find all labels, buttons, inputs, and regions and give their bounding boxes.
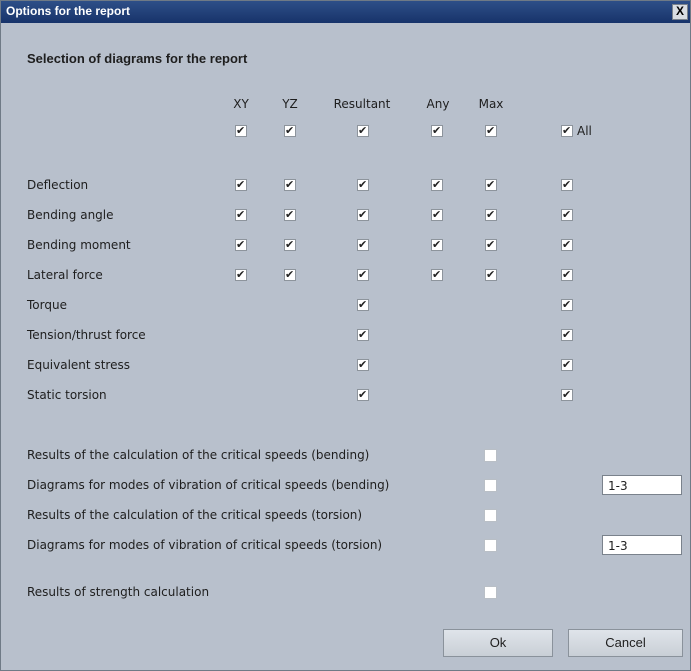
equivalent-stress-resultant-checkbox[interactable] [357,358,369,372]
select-all-xy-checkbox[interactable] [235,124,247,138]
lateral-force-max-checkbox[interactable] [485,268,497,282]
bending-angle-all-checkbox[interactable] [561,208,573,222]
modes-range-input[interactable]: 1-3 [602,475,682,495]
select-all-checkbox[interactable] [561,124,573,138]
lateral-force-any-checkbox[interactable] [431,268,443,282]
modes-range-input[interactable]: 1-3 [602,535,682,555]
bending-angle-xy-checkbox[interactable] [235,208,247,222]
bending-moment-any-checkbox[interactable] [431,238,443,252]
column-header-yz: YZ [282,97,298,111]
row-label-static-torsion: Static torsion [27,388,107,402]
row-label-bending-angle: Bending angle [27,208,114,222]
bending-angle-resultant-checkbox[interactable] [357,208,369,222]
tension-thrust-force-all-checkbox[interactable] [561,328,573,342]
section-title: Selection of diagrams for the report [27,51,248,66]
deflection-xy-checkbox[interactable] [235,178,247,192]
results-option-checkbox[interactable] [484,449,497,462]
close-icon[interactable]: X [672,4,688,20]
deflection-max-checkbox[interactable] [485,178,497,192]
results-option-checkbox[interactable] [484,586,497,599]
select-all-yz-checkbox[interactable] [284,124,296,138]
row-label-torque: Torque [27,298,67,312]
lateral-force-all-checkbox[interactable] [561,268,573,282]
bending-angle-max-checkbox[interactable] [485,208,497,222]
bending-moment-xy-checkbox[interactable] [235,238,247,252]
results-option-label: Results of the calculation of the critic… [27,448,370,462]
row-label-lateral-force: Lateral force [27,268,103,282]
select-all-label: All [577,124,592,138]
equivalent-stress-all-checkbox[interactable] [561,358,573,372]
select-all-any-checkbox[interactable] [431,124,443,138]
select-all-resultant-checkbox[interactable] [357,124,369,138]
results-option-label: Results of the calculation of the critic… [27,508,363,522]
report-options-dialog: Options for the report X Selection of di… [0,0,691,671]
bending-moment-resultant-checkbox[interactable] [357,238,369,252]
column-header-resultant: Resultant [333,97,391,111]
row-label-equivalent-stress: Equivalent stress [27,358,130,372]
deflection-yz-checkbox[interactable] [284,178,296,192]
lateral-force-yz-checkbox[interactable] [284,268,296,282]
cancel-button[interactable]: Cancel [568,629,683,657]
title-bar[interactable]: Options for the report X [1,1,690,23]
bending-angle-yz-checkbox[interactable] [284,208,296,222]
bending-angle-any-checkbox[interactable] [431,208,443,222]
dialog-title: Options for the report [6,4,130,18]
select-all-max-checkbox[interactable] [485,124,497,138]
tension-thrust-force-resultant-checkbox[interactable] [357,328,369,342]
results-option-label: Diagrams for modes of vibration of criti… [27,538,383,552]
bending-moment-yz-checkbox[interactable] [284,238,296,252]
results-option-label: Results of strength calculation [27,585,210,599]
deflection-all-checkbox[interactable] [561,178,573,192]
deflection-resultant-checkbox[interactable] [357,178,369,192]
row-label-deflection: Deflection [27,178,89,192]
lateral-force-xy-checkbox[interactable] [235,268,247,282]
lateral-force-resultant-checkbox[interactable] [357,268,369,282]
deflection-any-checkbox[interactable] [431,178,443,192]
results-option-checkbox[interactable] [484,479,497,492]
results-option-checkbox[interactable] [484,539,497,552]
row-label-tension-thrust-force: Tension/thrust force [27,328,146,342]
torque-resultant-checkbox[interactable] [357,298,369,312]
ok-button[interactable]: Ok [443,629,553,657]
static-torsion-all-checkbox[interactable] [561,388,573,402]
results-option-label: Diagrams for modes of vibration of criti… [27,478,390,492]
row-label-bending-moment: Bending moment [27,238,131,252]
torque-all-checkbox[interactable] [561,298,573,312]
results-option-checkbox[interactable] [484,509,497,522]
bending-moment-max-checkbox[interactable] [485,238,497,252]
bending-moment-all-checkbox[interactable] [561,238,573,252]
column-header-max: Max [478,97,504,111]
static-torsion-resultant-checkbox[interactable] [357,388,369,402]
